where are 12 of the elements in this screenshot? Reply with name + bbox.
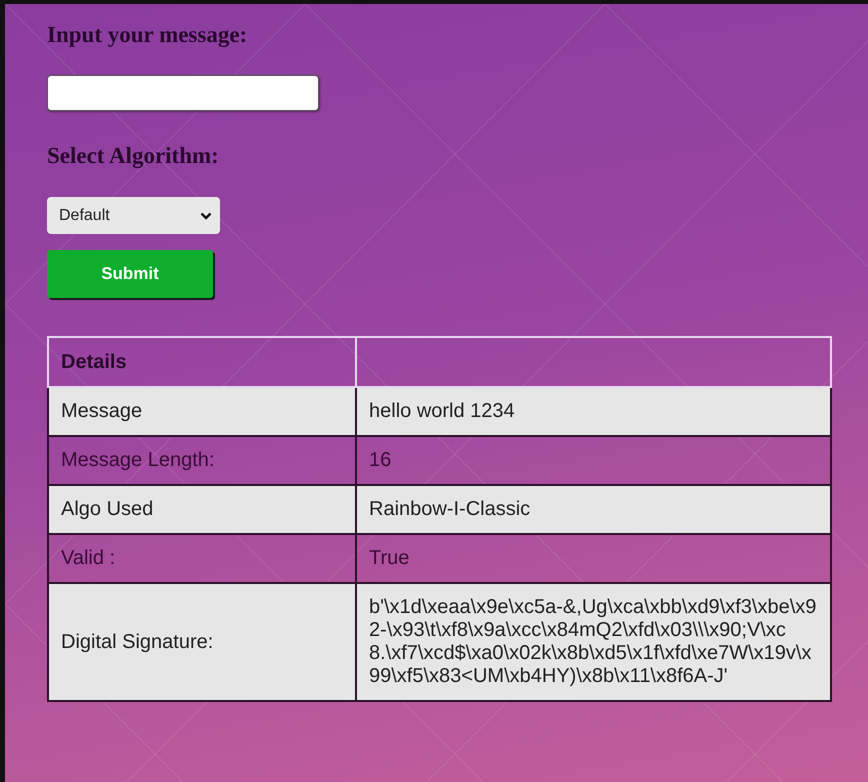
algorithm-label: Select Algorithm:: [47, 143, 219, 169]
message-input-field[interactable]: [47, 75, 319, 111]
table-cell: Message: [48, 387, 356, 436]
table-cell: Digital Signature:: [48, 583, 356, 701]
table-cell: b'\x1d\xeaa\x9e\xc5a-&,Ug\xca\xbb\xd9\xf3\xbe\x92-\x93\t\xf8\x9a\xcc\x84mQ2\xfd\x03\\\x90;V\xc8.\xf7\xcd$\xa0\x02k\x8b\xd5\x1f\xfd\xe7W\x19v\x99\xf5\x83<UM\xb4HY)\x8b\x11\x8f6A-J': [356, 583, 831, 701]
table-cell: Rainbow-I-Classic: [356, 485, 831, 534]
message-label: Input your message:: [47, 22, 248, 48]
table-header-cell: Details: [48, 337, 356, 387]
table-cell: Algo Used: [48, 485, 356, 534]
algorithm-dropdown[interactable]: Default: [47, 197, 220, 234]
table-cell: hello world 1234: [356, 387, 831, 436]
caret-icon: [200, 212, 212, 220]
